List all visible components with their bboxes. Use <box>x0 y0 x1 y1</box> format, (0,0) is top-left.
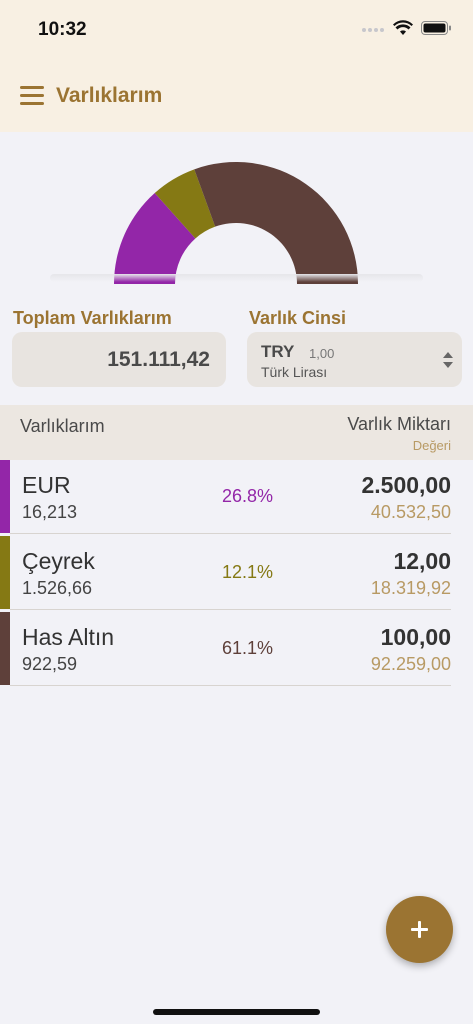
asset-name: Çeyrek <box>22 548 95 574</box>
asset-amount: 100,00 <box>380 624 451 650</box>
asset-rate: 16,213 <box>22 502 78 522</box>
chevron-up-down-icon <box>443 352 453 368</box>
status-time: 10:32 <box>38 19 87 40</box>
total-value: 151.111,42 <box>107 348 210 371</box>
asset-amount: 2.500,00 <box>361 472 451 498</box>
asset-worth: 40.532,50 <box>370 502 451 522</box>
asset-worth: 18.319,92 <box>370 578 451 598</box>
total-label: Toplam Varlıklarım <box>13 308 172 328</box>
asset-color-bar <box>0 612 10 685</box>
row-divider <box>10 685 451 686</box>
asset-distribution-chart <box>0 132 473 284</box>
signal-icon <box>362 28 384 32</box>
asset-rate: 922,59 <box>22 654 78 674</box>
asset-row-eur[interactable]: EUR 16,213 26.8% 2.500,00 40.532,50 <box>0 460 473 536</box>
wifi-icon <box>393 20 413 35</box>
asset-worth: 92.259,00 <box>370 654 451 674</box>
asset-percent: 26.8% <box>221 486 273 506</box>
battery-icon <box>421 21 451 35</box>
currency-rate: 1,00 <box>309 346 335 361</box>
donut-slice-2 <box>194 162 358 284</box>
asset-name: EUR <box>22 472 71 498</box>
asset-color-bar <box>0 460 10 533</box>
table-header: Varlıklarım Varlık Miktarı Değeri <box>0 405 473 460</box>
currency-name: Türk Lirası <box>261 364 328 380</box>
currency-label: Varlık Cinsi <box>249 308 347 328</box>
asset-color-bar <box>0 536 10 609</box>
currency-code: TRY <box>261 342 295 361</box>
asset-row-has-altin[interactable]: Has Altın 922,59 61.1% 100,00 92.259,00 <box>0 612 473 688</box>
hamburger-icon[interactable] <box>20 86 44 106</box>
chart-shadow <box>50 274 423 282</box>
asset-percent: 61.1% <box>221 638 273 658</box>
row-divider <box>10 609 451 610</box>
header-assets: Varlıklarım <box>20 416 105 436</box>
home-indicator <box>153 1009 320 1015</box>
asset-list: EUR 16,213 26.8% 2.500,00 40.532,50 Çeyr… <box>0 460 473 688</box>
plus-icon-vertical <box>418 921 421 938</box>
asset-rate: 1.526,66 <box>22 578 93 598</box>
status-bar: 10:32 <box>0 0 473 60</box>
asset-row-ceyrek[interactable]: Çeyrek 1.526,66 12.1% 12,00 18.319,92 <box>0 536 473 612</box>
asset-name: Has Altın <box>22 624 115 650</box>
add-asset-button[interactable] <box>386 896 453 963</box>
total-value-field: 151.111,42 <box>12 332 226 387</box>
page-title: Varlıklarım <box>56 84 163 107</box>
status-icons <box>361 20 451 36</box>
asset-amount: 12,00 <box>393 548 451 574</box>
nav-bar: Varlıklarım <box>0 60 473 132</box>
currency-picker[interactable]: TRY 1,00 Türk Lirası <box>247 332 462 387</box>
header-value: Değeri <box>412 438 451 453</box>
donut-chart <box>114 162 358 284</box>
header-amount: Varlık Miktarı <box>347 414 451 434</box>
asset-percent: 12.1% <box>221 562 273 582</box>
row-divider <box>10 533 451 534</box>
